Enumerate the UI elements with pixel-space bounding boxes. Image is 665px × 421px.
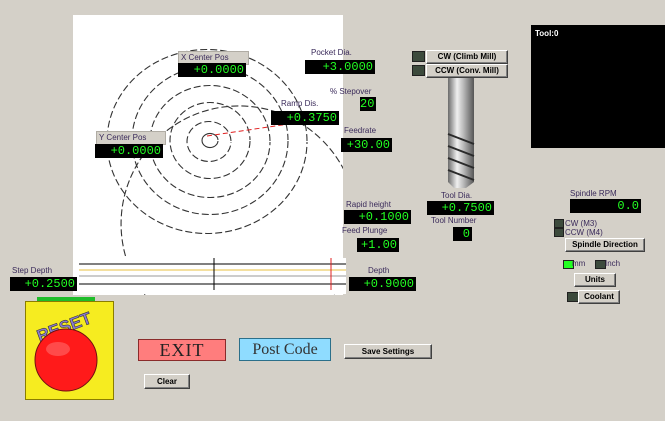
exit-button[interactable]: EXIT — [138, 339, 226, 361]
ccw-indicator — [412, 65, 425, 76]
pocket-dia-field[interactable]: +3.0000 — [305, 60, 375, 74]
feed-plunge-label: Feed Plunge — [342, 226, 388, 235]
stepover-field[interactable]: 20 — [360, 97, 376, 111]
depth-label: Depth — [368, 266, 390, 275]
tool-dia-field[interactable]: +0.7500 — [427, 201, 494, 215]
rapid-height-field[interactable]: +0.1000 — [344, 210, 411, 224]
pocket-dia-label: Pocket Dia. — [311, 48, 352, 57]
depth-preview — [79, 258, 346, 294]
ccw-conv-mill-button[interactable]: CCW (Conv. Mill) — [426, 64, 508, 78]
y-center-label: Y Center Pos — [96, 131, 166, 145]
tool-number-label: Tool Number — [431, 216, 477, 225]
save-settings-button[interactable]: Save Settings — [344, 344, 432, 359]
inch-label: Inch — [605, 259, 621, 268]
stepover-label: % Stepover — [330, 87, 372, 96]
spindle-rpm-field[interactable]: 0.0 — [570, 199, 641, 213]
mm-label: mm — [572, 259, 586, 268]
step-depth-label: Step Depth — [12, 266, 53, 275]
feedrate-label: Feedrate — [344, 126, 377, 135]
rapid-height-label: Rapid height — [346, 200, 391, 209]
spindle-rpm-label: Spindle RPM — [570, 189, 617, 198]
ramp-dis-field[interactable]: +0.3750 — [271, 111, 339, 125]
tool-display-panel: Tool:0 — [531, 25, 665, 148]
end-mill-image — [440, 78, 482, 190]
feed-plunge-field[interactable]: +1.00 — [357, 238, 399, 252]
cw-m3-indicator — [554, 219, 564, 228]
y-center-field[interactable]: +0.0000 — [95, 144, 163, 158]
units-button[interactable]: Units — [574, 273, 616, 287]
reset-button[interactable]: RESET — [25, 301, 114, 400]
post-code-button[interactable]: Post Code — [239, 338, 331, 361]
step-depth-field[interactable]: +0.2500 — [10, 277, 77, 291]
tool-dia-label: Tool Dia. — [441, 191, 473, 200]
depth-field[interactable]: +0.9000 — [349, 277, 416, 291]
spindle-direction-button[interactable]: Spindle Direction — [565, 238, 645, 252]
tool-number-field[interactable]: 0 — [453, 227, 472, 241]
ramp-dis-label: Ramp Dis. — [281, 99, 319, 108]
ccw-m4-indicator — [554, 228, 564, 237]
cw-indicator — [412, 51, 425, 62]
coolant-button[interactable]: Coolant — [578, 290, 620, 304]
cw-climb-mill-button[interactable]: CW (Climb Mill) — [426, 50, 508, 64]
tool-title: Tool:0 — [535, 29, 559, 38]
feedrate-field[interactable]: +30.00 — [341, 138, 392, 152]
clear-button[interactable]: Clear — [144, 374, 190, 389]
ccw-m4-label: CCW (M4) — [565, 228, 603, 237]
x-center-field[interactable]: +0.0000 — [178, 63, 246, 77]
cw-m3-label: CW (M3) — [565, 219, 597, 228]
